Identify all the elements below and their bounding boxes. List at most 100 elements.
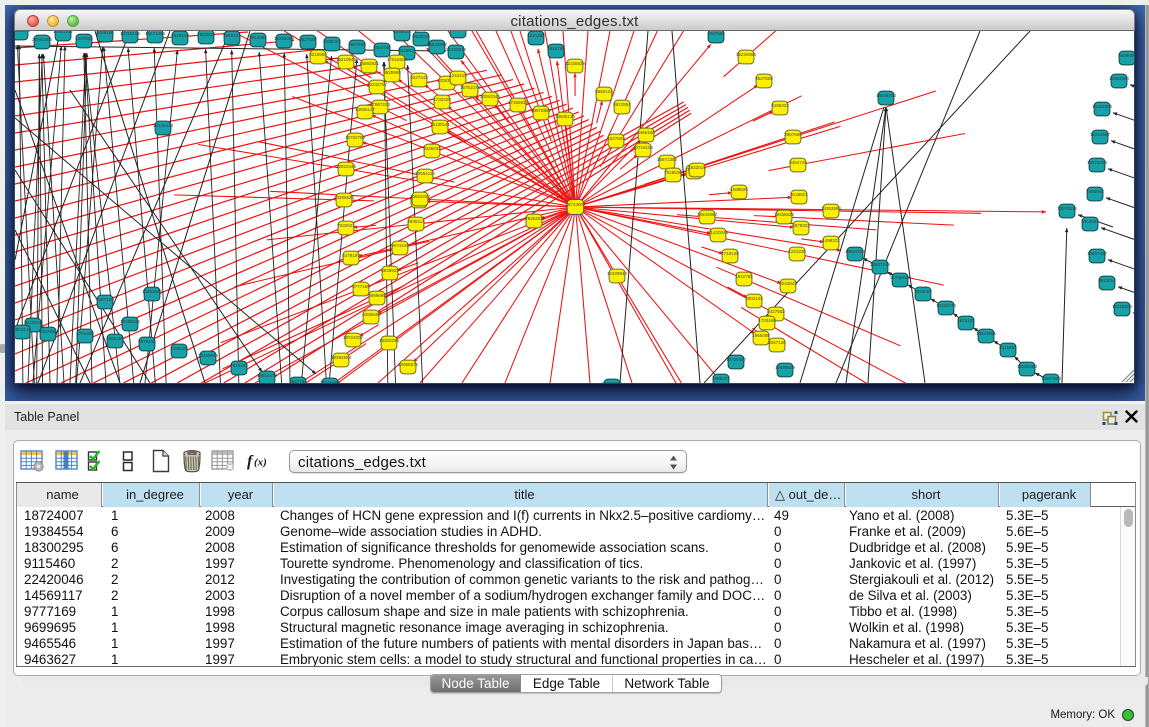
svg-text:9465546: 9465546 xyxy=(362,312,380,317)
svg-text:15716485: 15716485 xyxy=(320,380,341,384)
svg-text:16807487: 16807487 xyxy=(1087,251,1108,256)
svg-text:14958147: 14958147 xyxy=(355,107,376,112)
svg-text:21420046: 21420046 xyxy=(708,230,729,235)
svg-text:12342757: 12342757 xyxy=(367,82,388,87)
svg-text:9474444: 9474444 xyxy=(391,243,409,248)
svg-text:1700468: 1700468 xyxy=(76,331,94,336)
svg-text:14353594: 14353594 xyxy=(821,206,842,211)
svg-text:10688609: 10688609 xyxy=(775,365,796,370)
svg-text:8186323: 8186323 xyxy=(771,103,789,108)
svg-text:9242843: 9242843 xyxy=(24,320,42,325)
svg-text:10025458: 10025458 xyxy=(1017,364,1038,369)
svg-text:7515546: 7515546 xyxy=(664,170,682,175)
svg-text:9699695: 9699695 xyxy=(368,293,386,298)
svg-text:2967608: 2967608 xyxy=(784,132,802,137)
svg-text:9529906: 9529906 xyxy=(383,70,401,75)
svg-text:f: f xyxy=(247,453,254,470)
svg-text:9657791: 9657791 xyxy=(289,379,307,384)
svg-text:19166825: 19166825 xyxy=(120,319,141,324)
svg-text:9777169: 9777169 xyxy=(352,284,370,289)
svg-text:14353594: 14353594 xyxy=(142,289,163,294)
svg-text:16671355: 16671355 xyxy=(145,31,166,36)
svg-text:16671355: 16671355 xyxy=(657,157,678,162)
svg-text:20691406: 20691406 xyxy=(32,37,53,42)
svg-text:15226058: 15226058 xyxy=(736,52,757,57)
svg-text:3267130: 3267130 xyxy=(96,297,114,302)
svg-text:8215955: 8215955 xyxy=(309,52,327,57)
svg-text:9463627: 9463627 xyxy=(1081,219,1099,224)
svg-text:9527508: 9527508 xyxy=(755,76,773,81)
svg-text:2718128: 2718128 xyxy=(721,251,739,256)
svg-text:9242843: 9242843 xyxy=(779,281,797,286)
svg-text:12409948: 12409948 xyxy=(198,353,219,358)
svg-text:16154808: 16154808 xyxy=(1092,104,1113,109)
svg-text:14957584: 14957584 xyxy=(1041,376,1062,381)
svg-text:1822019: 1822019 xyxy=(688,165,706,170)
svg-text:10654112: 10654112 xyxy=(415,171,435,176)
svg-text:9227342: 9227342 xyxy=(410,75,428,80)
svg-text:10553257: 10553257 xyxy=(53,31,74,34)
svg-text:2967608: 2967608 xyxy=(348,42,366,47)
svg-text:5878332: 5878332 xyxy=(792,223,810,228)
svg-text:8912954: 8912954 xyxy=(613,102,631,107)
svg-text:10719155: 10719155 xyxy=(633,145,654,150)
svg-text:10120746: 10120746 xyxy=(936,303,957,308)
svg-text:1498222: 1498222 xyxy=(170,346,188,351)
svg-text:1822019: 1822019 xyxy=(412,34,430,39)
svg-text:8912954: 8912954 xyxy=(249,35,267,40)
svg-text:7632621: 7632621 xyxy=(337,223,355,228)
svg-text:1965498: 1965498 xyxy=(752,333,770,338)
svg-text:13524851: 13524851 xyxy=(976,331,997,336)
svg-text:1615132: 1615132 xyxy=(957,318,975,323)
svg-text:1244419: 1244419 xyxy=(449,73,467,78)
svg-text:14914479: 14914479 xyxy=(257,373,278,378)
svg-text:12213967: 12213967 xyxy=(1090,132,1111,137)
svg-text:9146821: 9146821 xyxy=(790,192,808,197)
svg-text:15751074: 15751074 xyxy=(460,85,481,90)
svg-text:9146821: 9146821 xyxy=(398,48,416,53)
svg-text:21420046: 21420046 xyxy=(446,47,467,52)
svg-text:1965498: 1965498 xyxy=(106,336,124,341)
svg-text:3267130: 3267130 xyxy=(768,340,786,345)
svg-text:1527602: 1527602 xyxy=(607,136,625,141)
svg-text:13654923: 13654923 xyxy=(845,249,866,254)
svg-text:16210643: 16210643 xyxy=(336,57,357,62)
svg-text:8660124: 8660124 xyxy=(595,89,613,94)
svg-text:12302273: 12302273 xyxy=(602,381,623,384)
svg-text:1610755: 1610755 xyxy=(547,46,565,51)
svg-text:6479197: 6479197 xyxy=(342,253,360,258)
svg-text:13505135: 13505135 xyxy=(555,114,576,119)
svg-text:2087682: 2087682 xyxy=(707,31,725,36)
svg-text:1588520: 1588520 xyxy=(393,31,411,34)
svg-text:1733426: 1733426 xyxy=(433,97,451,102)
svg-text:16782759: 16782759 xyxy=(345,135,366,140)
svg-text:7625402: 7625402 xyxy=(230,363,248,368)
svg-text:8938923: 8938923 xyxy=(381,268,399,273)
svg-text:7515546: 7515546 xyxy=(171,33,189,38)
svg-text:19384554: 19384554 xyxy=(331,355,352,360)
svg-text:7485063: 7485063 xyxy=(1086,189,1104,194)
svg-text:14055572: 14055572 xyxy=(398,362,419,367)
svg-text:13325419: 13325419 xyxy=(153,123,174,128)
svg-text:12923446: 12923446 xyxy=(336,164,357,169)
svg-text:16648784: 16648784 xyxy=(876,93,897,98)
svg-text:(x): (x) xyxy=(254,457,267,469)
svg-text:9527508: 9527508 xyxy=(299,37,317,42)
svg-text:1588520: 1588520 xyxy=(730,187,748,192)
svg-text:16543862: 16543862 xyxy=(697,212,718,217)
svg-text:8454749: 8454749 xyxy=(789,160,807,165)
svg-text:13384554: 13384554 xyxy=(1109,76,1130,81)
svg-text:15692921: 15692921 xyxy=(359,61,380,66)
svg-text:1221338: 1221338 xyxy=(788,249,806,254)
svg-text:20053346: 20053346 xyxy=(480,94,501,99)
svg-text:17016504: 17016504 xyxy=(387,57,408,62)
svg-text:8427552: 8427552 xyxy=(39,329,57,334)
svg-text:19975887: 19975887 xyxy=(531,108,552,113)
svg-text:15130141: 15130141 xyxy=(430,122,451,127)
svg-text:17359924: 17359924 xyxy=(508,100,529,105)
svg-text:2803144: 2803144 xyxy=(15,327,31,332)
svg-text:2803144: 2803144 xyxy=(745,296,763,301)
svg-text:19166825: 19166825 xyxy=(774,212,795,217)
svg-text:8186323: 8186323 xyxy=(323,39,341,44)
svg-text:10719155: 10719155 xyxy=(120,31,141,36)
